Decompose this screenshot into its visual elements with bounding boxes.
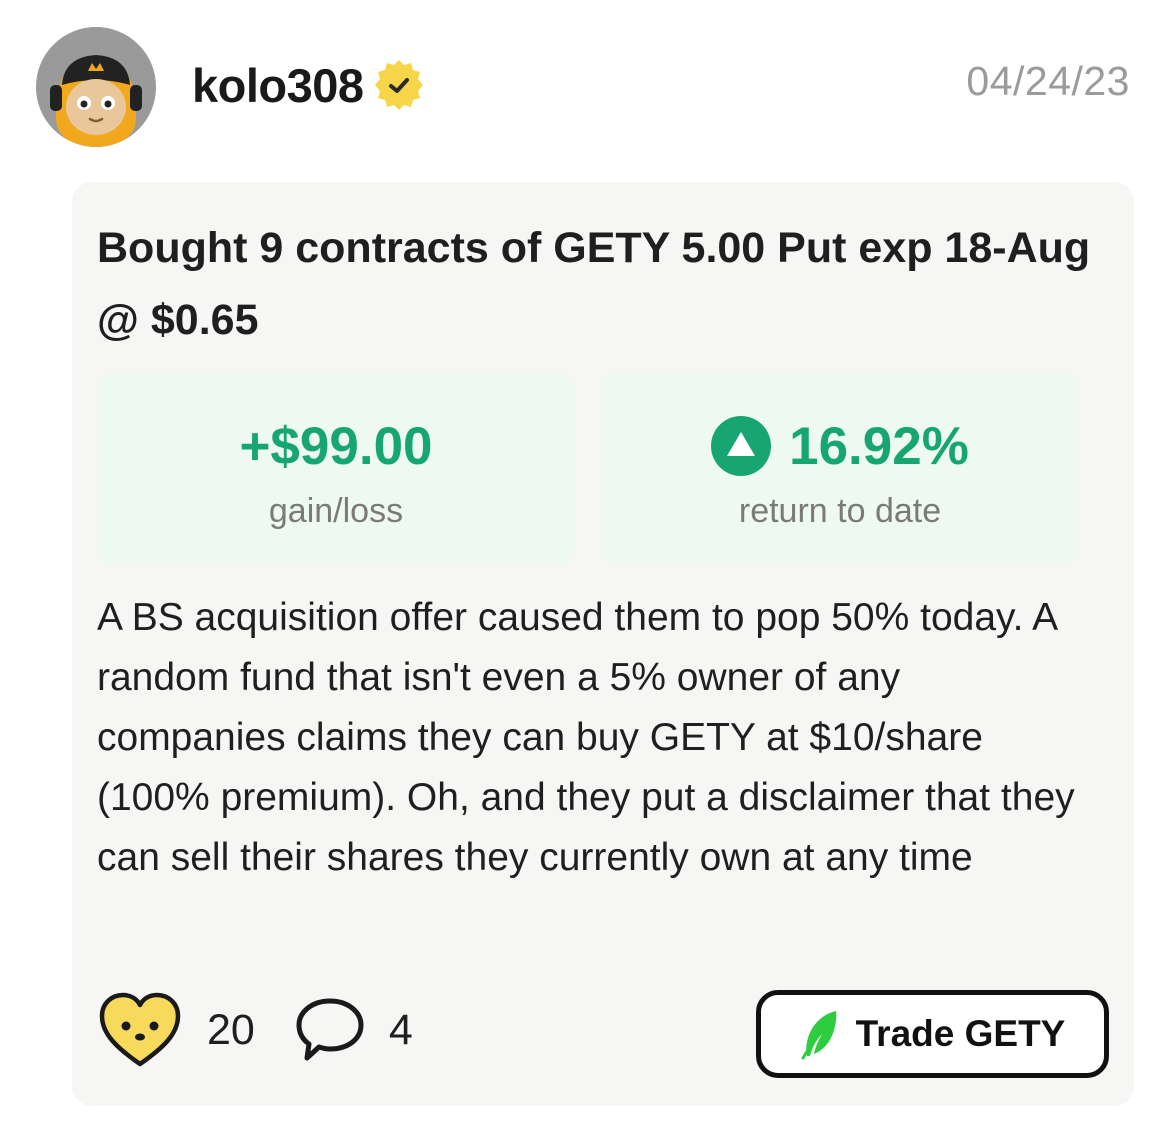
avatar-image [36,27,156,147]
trade-post-card: Bought 9 contracts of GETY 5.00 Put exp … [72,182,1134,1106]
avatar[interactable] [36,27,156,147]
verified-badge-icon [374,60,423,110]
speech-bubble-icon[interactable] [293,995,367,1065]
post-actions: 20 4 [97,990,413,1070]
trade-button[interactable]: Trade GETY [756,990,1109,1078]
post-date: 04/24/23 [966,58,1130,104]
post-page: kolo308 04/24/23 Bought 9 contracts of G… [0,0,1170,1124]
heart-face-icon[interactable] [97,990,183,1070]
robinhood-feather-icon [801,1011,837,1060]
like-count: 20 [207,1005,255,1054]
return-stat: 16.92% return to date [601,374,1079,564]
username-row: kolo308 [192,50,428,120]
gain-loss-value: +$99.00 [239,416,433,476]
comment-count: 4 [388,1005,413,1054]
gain-loss-stat: +$99.00 gain/loss [97,374,575,564]
return-value: 16.92% [789,416,969,476]
trade-button-label: Trade GETY [855,1013,1066,1054]
username[interactable]: kolo308 [192,58,364,113]
triangle-up-icon [711,416,772,476]
return-label: return to date [738,492,942,530]
return-value-row: 16.92% [711,414,969,478]
post-body: A BS acquisition offer caused them to po… [97,596,1075,879]
gain-loss-label: gain/loss [268,492,404,530]
post-title: Bought 9 contracts of GETY 5.00 Put exp … [97,224,1091,344]
